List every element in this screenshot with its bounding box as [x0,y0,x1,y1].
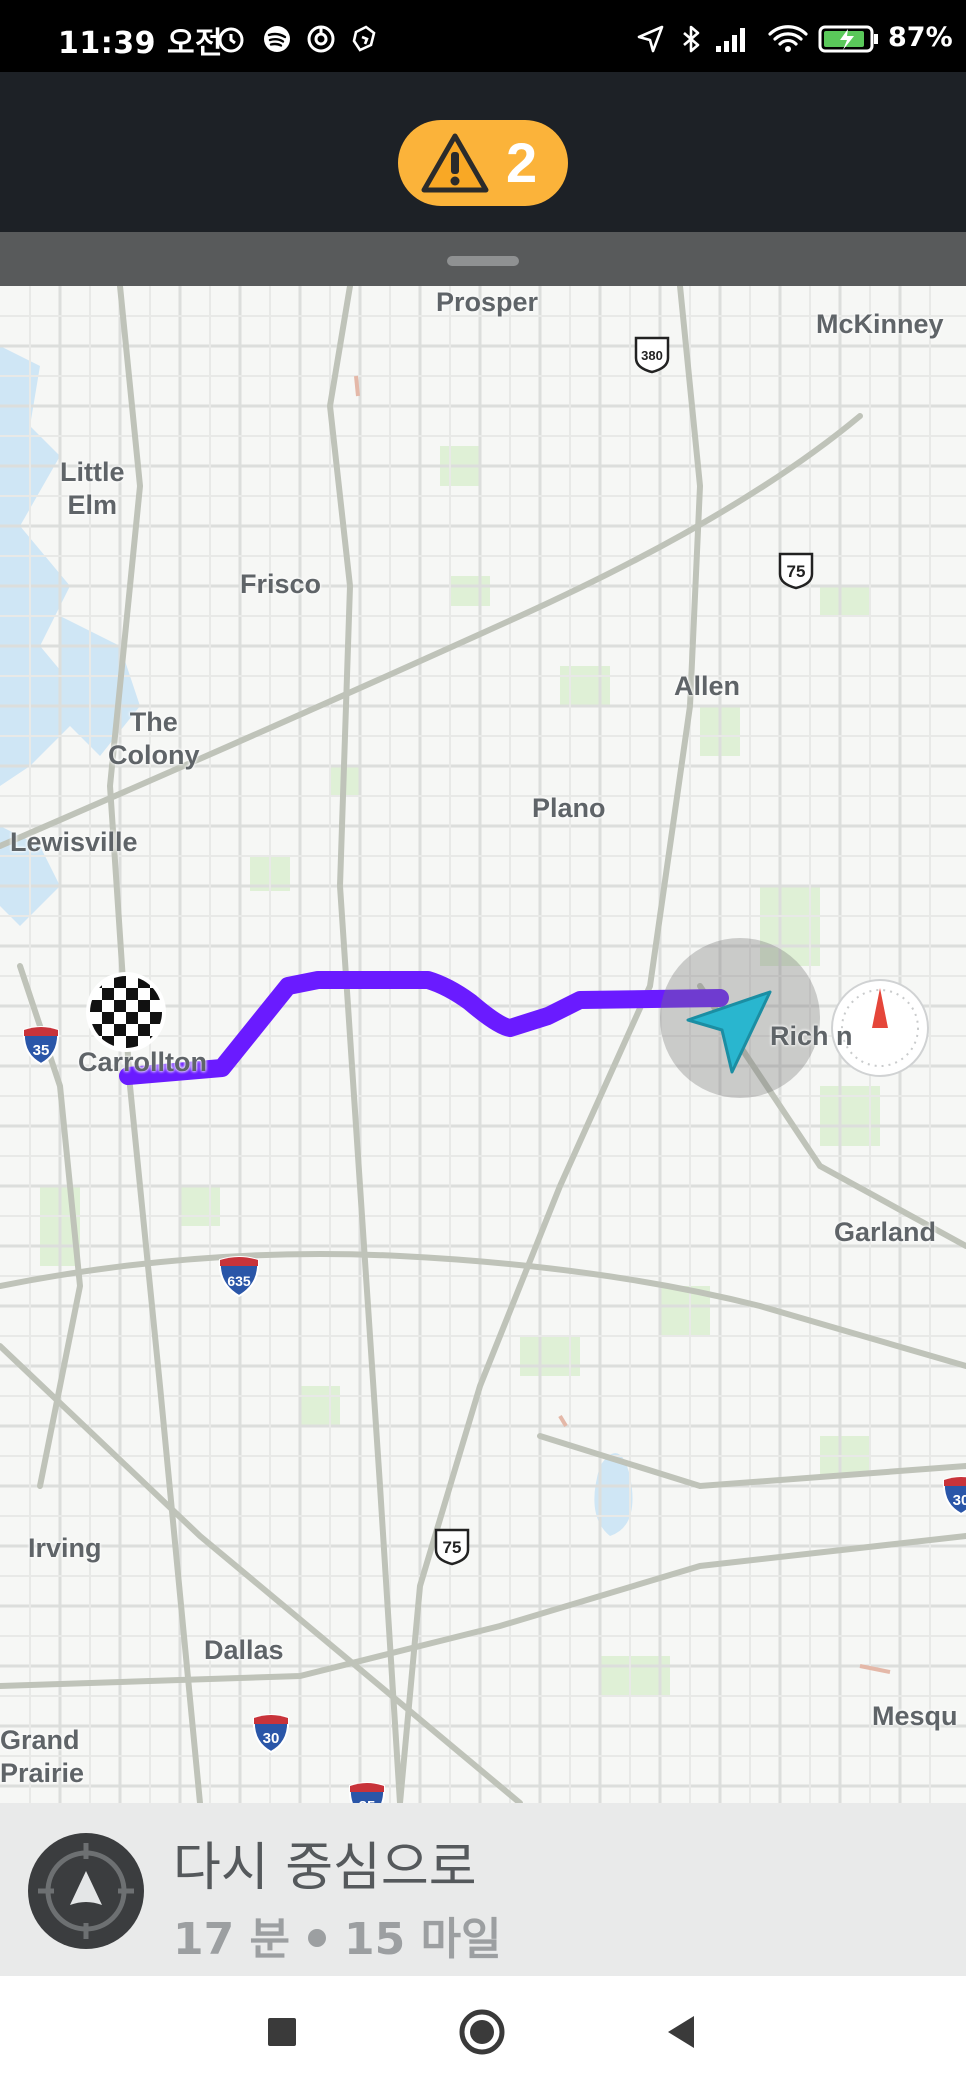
bluetooth-icon [683,25,700,53]
shield-label: 380 [641,348,663,363]
eta-summary: 17 분 15 마일 [173,1903,502,1967]
warning-triangle-icon [421,133,489,193]
shield-label: 30 [953,1492,966,1509]
status-bar: 11:39 오전 87% [0,0,966,72]
shield-label: 75 [443,1538,462,1557]
us-highway-shield-icon: 75 [434,1528,470,1566]
recenter-panel[interactable]: 다시 중심으로 17 분 15 마일 [0,1803,966,1976]
eta-distance: 15 마일 [344,1914,502,1965]
us-highway-shield-icon: 380 [634,336,670,374]
city-label-mckinney: McKinney [816,309,944,339]
city-label-plano: Plano [532,793,606,823]
shield-label: 75 [787,562,806,581]
drawer-handle[interactable] [0,232,966,286]
spotify-icon [264,26,290,52]
city-label-dallas: Dallas [204,1635,284,1665]
back-button[interactable] [652,2002,712,2062]
alerts-button[interactable]: 2 [398,120,568,206]
battery-percentage: 87% [888,22,953,53]
app-icon [352,25,376,52]
wifi-icon [768,25,808,52]
separator-dot [308,1929,327,1947]
map-view[interactable]: Prosper McKinney Little Elm Frisco Allen… [0,286,966,1803]
destination-flag-icon [86,972,166,1052]
shield-label: 30 [263,1730,280,1747]
city-label-grand-prairie: Grand Prairie [0,1725,85,1788]
signal-icon [716,28,745,52]
shield-label: 635 [227,1273,251,1289]
recenter-button[interactable] [28,1833,144,1949]
eta-time: 17 분 [173,1914,291,1965]
location-icon [637,25,664,53]
interstate-shield-icon: 30 [942,1476,966,1516]
interstate-shield-icon: 30 [252,1714,290,1754]
city-label-frisco: Frisco [240,569,322,599]
alert-count: 2 [506,131,538,194]
city-label-prosper: Prosper [436,287,539,317]
interstate-shield-icon: 635 [218,1256,260,1298]
recenter-title: 다시 중심으로 [173,1838,477,1898]
city-label-allen: Allen [674,671,741,701]
alarm-icon [218,27,244,53]
city-label-garland: Garland [834,1217,937,1247]
city-label-richardson: Rich n [770,1021,853,1051]
interstate-shield-icon: 35 [22,1026,60,1066]
drawer-grip[interactable] [447,256,519,266]
city-label-the-colony: The Colony [108,707,200,770]
status-time: 11:39 오전 [58,26,224,61]
top-bar: 2 [0,72,966,232]
vpn-icon [307,25,335,53]
system-navigation-bar [0,1976,966,2093]
city-label-lewisville: Lewisville [10,827,138,857]
shield-label: 35 [33,1042,50,1059]
city-label-little-elm: Little Elm [60,457,125,520]
recenter-crosshair-icon [38,1843,134,1939]
interstate-shield-icon: 35 [348,1782,386,1803]
city-label-irving: Irving [28,1533,102,1563]
us-highway-shield-icon: 75 [778,552,814,590]
city-label-mesquite: Mesqu [872,1701,958,1731]
recents-button[interactable] [252,2002,312,2062]
city-label-carrollton: Carrollton [78,1047,208,1077]
battery-charging-icon [818,25,878,53]
home-button[interactable] [452,2002,512,2062]
